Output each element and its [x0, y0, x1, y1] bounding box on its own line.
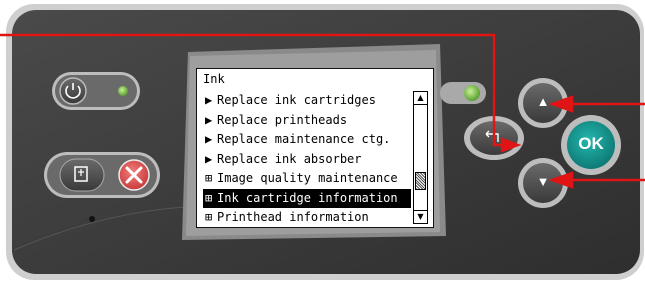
- submenu-arrow-icon: ▶: [205, 151, 213, 166]
- menu-item-label: Replace ink cartridges: [217, 93, 376, 107]
- menu-item-label: Ink cartridge information: [217, 190, 398, 205]
- menu-item[interactable]: ⊞ Printhead information: [203, 208, 411, 227]
- menu-item[interactable]: ⊞ Image quality maintenance: [203, 169, 411, 189]
- menu-item[interactable]: ▶ Replace maintenance ctg.: [203, 130, 411, 150]
- lcd-screen: Ink ▶ Replace ink cartridges ▶ Replace prin…: [196, 68, 434, 228]
- menu-item-label: Printhead information: [217, 210, 369, 224]
- submenu-arrow-icon: ▶: [205, 93, 213, 107]
- status-led: [464, 85, 480, 101]
- menu-item[interactable]: ▶ Replace ink absorber: [203, 150, 411, 170]
- hole-dot: [89, 216, 95, 222]
- scroll-thumb[interactable]: [415, 172, 426, 190]
- scrollbar[interactable]: ▲ ▼: [413, 91, 428, 224]
- screen-title: Ink: [203, 72, 225, 86]
- menu-item[interactable]: ▶ Replace ink cartridges: [203, 91, 411, 111]
- menu-item[interactable]: ▶ Replace printheads: [203, 111, 411, 131]
- scroll-down-icon[interactable]: ▼: [414, 210, 427, 223]
- power-led: [118, 86, 128, 96]
- submenu-arrow-icon: ▶: [205, 132, 213, 146]
- scroll-up-icon[interactable]: ▲: [414, 92, 427, 105]
- power-button: [59, 77, 87, 105]
- menu-list: ▶ Replace ink cartridges ▶ Replace printhea…: [203, 91, 411, 227]
- menu-item-label: Replace ink absorber: [217, 151, 362, 166]
- expand-box-icon: ⊞: [205, 210, 213, 224]
- form-feed-button: [59, 158, 105, 192]
- menu-item-label: Image quality maintenance: [217, 171, 398, 185]
- menu-item[interactable]: ⊞ Ink cartridge information: [203, 188, 411, 208]
- submenu-arrow-icon: ▶: [205, 112, 213, 127]
- menu-item-label: Replace maintenance ctg.: [217, 132, 391, 146]
- expand-box-icon: ⊞: [205, 190, 213, 205]
- expand-box-icon: ⊞: [205, 171, 213, 185]
- ok-button-label[interactable]: OK: [573, 134, 609, 154]
- menu-item-label: Replace printheads: [217, 112, 348, 127]
- down-arrow-icon[interactable]: ▼: [533, 174, 553, 189]
- up-arrow-icon[interactable]: ▲: [533, 94, 553, 109]
